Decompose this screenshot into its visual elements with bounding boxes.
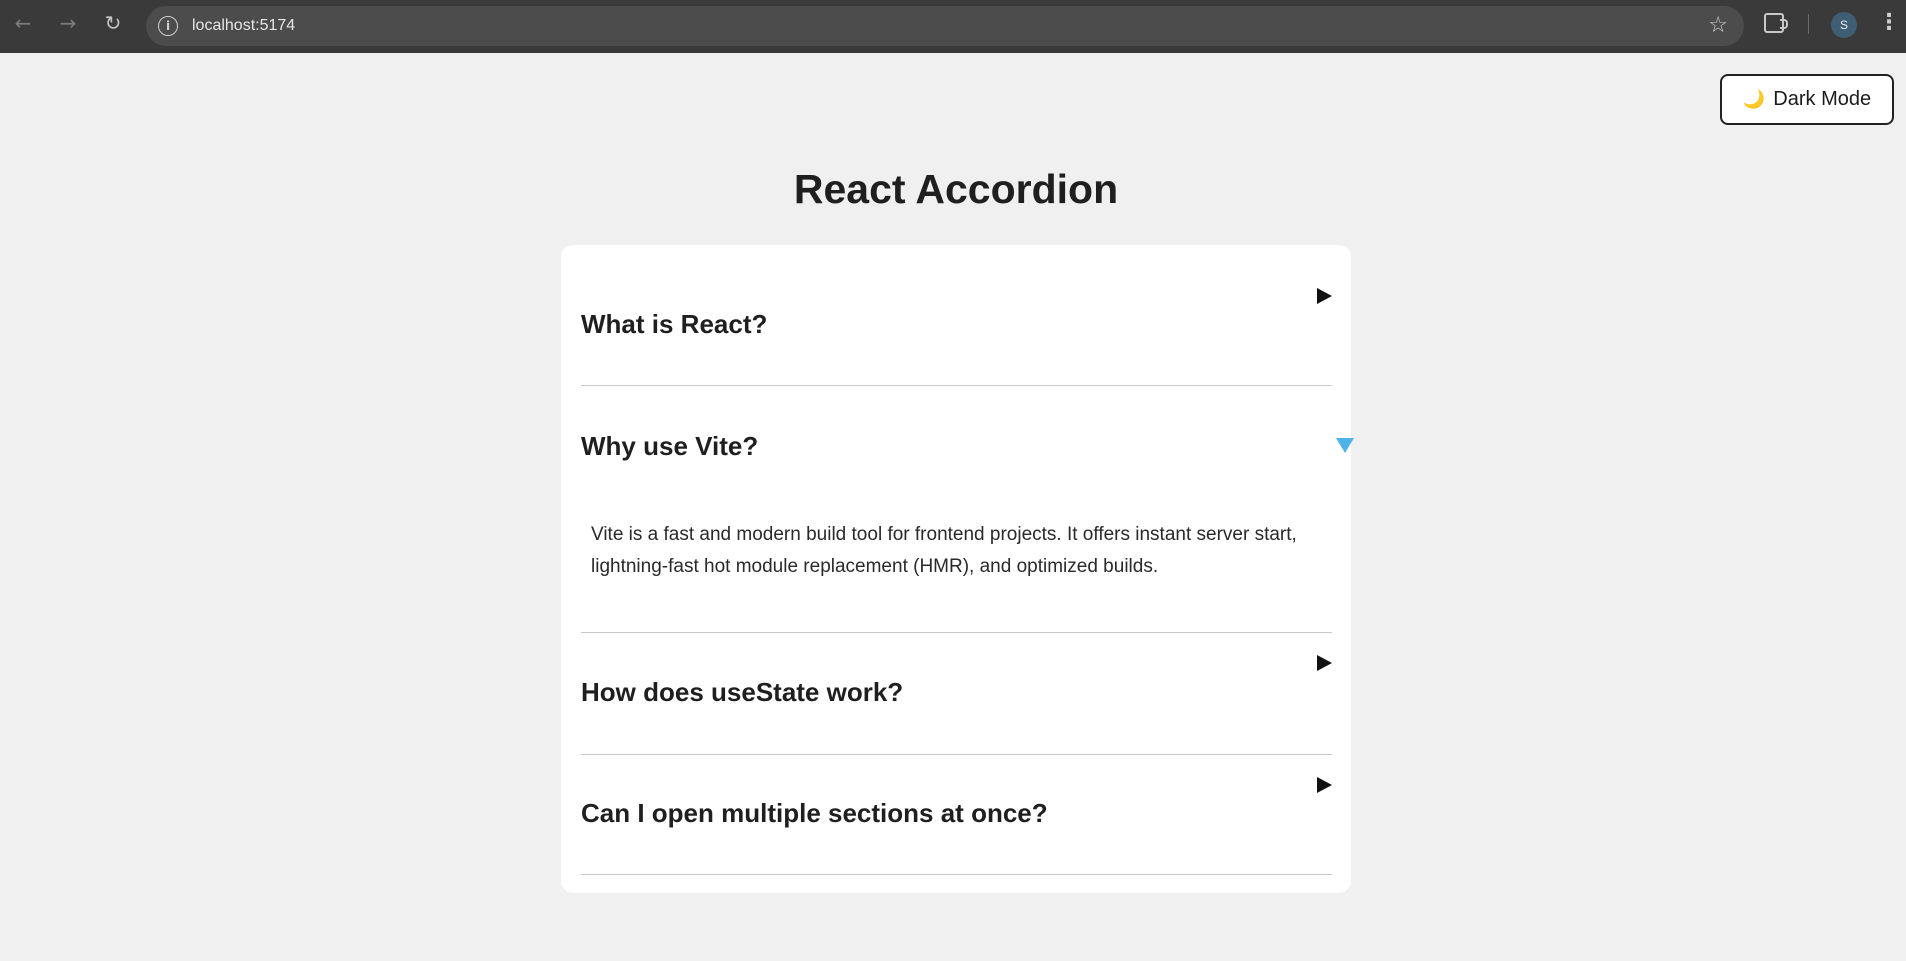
dark-mode-label: Dark Mode bbox=[1773, 88, 1872, 110]
collapse-arrow-icon[interactable] bbox=[1336, 438, 1354, 453]
accordion-header-multiple-sections[interactable]: Can I open multiple sections at once? bbox=[581, 755, 1332, 875]
accordion-item: How does useState work? bbox=[581, 633, 1332, 755]
more-menu-icon[interactable]: ⋮ bbox=[1878, 10, 1900, 36]
browser-toolbar: ← → ↻ i localhost:5174 ☆ S ⋮ bbox=[0, 0, 1906, 53]
expand-arrow-icon[interactable] bbox=[1317, 655, 1332, 671]
site-info-icon[interactable]: i bbox=[158, 16, 178, 36]
accordion-header-what-is-react[interactable]: What is React? bbox=[581, 245, 1332, 386]
extensions-icon[interactable] bbox=[1764, 13, 1788, 33]
address-bar[interactable]: i localhost:5174 ☆ bbox=[146, 6, 1744, 46]
profile-avatar[interactable]: S bbox=[1831, 12, 1857, 38]
accordion-header-why-use-vite[interactable]: Why use Vite? bbox=[581, 386, 1354, 486]
expand-arrow-icon[interactable] bbox=[1317, 777, 1332, 793]
page-title: React Accordion bbox=[793, 166, 1119, 212]
accordion-item: Can I open multiple sections at once? bbox=[581, 755, 1332, 875]
moon-icon: 🌙 bbox=[1742, 89, 1766, 110]
url-text[interactable]: localhost:5174 bbox=[192, 16, 295, 36]
back-arrow-icon[interactable]: ← bbox=[10, 10, 36, 36]
expand-arrow-icon[interactable] bbox=[1317, 288, 1332, 304]
reload-icon[interactable]: ↻ bbox=[100, 10, 126, 36]
accordion-item: What is React? bbox=[581, 245, 1332, 386]
bookmark-star-icon[interactable]: ☆ bbox=[1708, 14, 1728, 38]
accordion-title: Can I open multiple sections at once? bbox=[581, 798, 1048, 828]
accordion-item: Why use Vite? Vite is a fast and modern … bbox=[581, 386, 1354, 633]
accordion-title: What is React? bbox=[581, 309, 768, 339]
accordion-title: How does useState work? bbox=[581, 677, 904, 707]
accordion-title: Why use Vite? bbox=[581, 431, 759, 461]
toolbar-divider bbox=[1808, 14, 1809, 34]
accordion-header-usestate[interactable]: How does useState work? bbox=[581, 633, 1332, 755]
forward-arrow-icon[interactable]: → bbox=[55, 10, 81, 36]
accordion-card: What is React? Why use Vite? Vite is a f… bbox=[561, 245, 1354, 893]
dark-mode-toggle-button[interactable]: 🌙 Dark Mode bbox=[1720, 74, 1894, 125]
accordion-content: Vite is a fast and modern build tool for… bbox=[591, 524, 1297, 577]
